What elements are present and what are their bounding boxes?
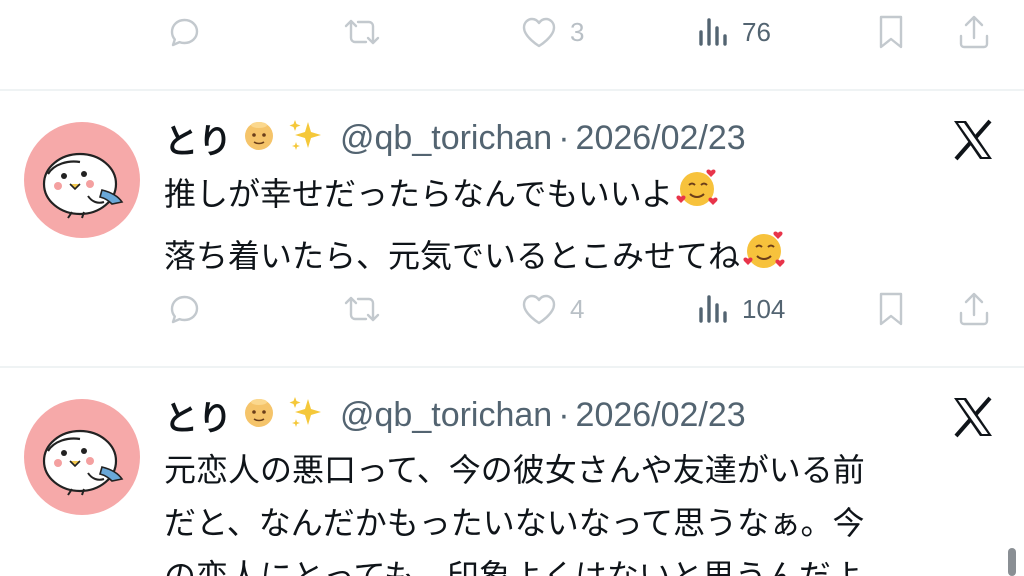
reply-icon <box>170 18 199 47</box>
share-icon <box>959 292 989 326</box>
tweet-date[interactable]: 2026/02/23 <box>576 119 746 158</box>
retweet-icon <box>344 19 380 45</box>
smiling-hearts-emoji <box>675 165 721 227</box>
tweet-header: とり @qb_torichan · 2026/02/23 <box>164 390 746 440</box>
reply-icon <box>170 295 199 324</box>
views-button[interactable]: 104 <box>696 279 785 339</box>
bald-face-emoji <box>242 119 276 157</box>
like-button[interactable]: 4 <box>518 279 584 339</box>
bookmark-button[interactable] <box>872 2 910 62</box>
bird-avatar-icon <box>42 152 124 219</box>
bookmark-icon <box>879 292 903 326</box>
retweet-button[interactable] <box>340 2 384 62</box>
views-icon <box>699 295 727 323</box>
bald-face-emoji <box>242 396 276 434</box>
sparkles-emoji <box>286 393 326 437</box>
tweet-header: とり @qb_torichan · 2026/02/23 <box>164 113 746 163</box>
share-button[interactable] <box>954 2 994 62</box>
tweet-text: 元恋人の悪口って、今の彼女さんや友達がいる前 だと、なんだかもったいないなって思… <box>164 444 994 576</box>
like-icon <box>522 294 556 325</box>
display-name[interactable]: とり <box>164 391 232 440</box>
tweet-actions: 4 104 <box>0 279 1024 339</box>
retweet-icon <box>344 296 380 322</box>
avatar[interactable] <box>24 122 140 238</box>
tweet-text: 推しが幸せだったらなんでもいいよ 落ち着いたら、元気でいるとこみせてね <box>164 165 994 289</box>
like-button[interactable]: 3 <box>518 2 584 62</box>
scrollbar[interactable] <box>1008 548 1016 576</box>
bookmark-icon <box>879 15 903 49</box>
tweet-text-line: 元恋人の悪口って、今の彼女さんや友達がいる前 <box>164 451 865 489</box>
bird-avatar-icon <box>42 429 124 496</box>
tweet-text-line: 推しが幸せだったらなんでもいいよ <box>164 165 994 227</box>
user-handle[interactable]: @qb_torichan <box>340 396 552 435</box>
sparkles-emoji <box>286 116 326 160</box>
share-icon <box>959 15 989 49</box>
x-logo-icon[interactable] <box>950 117 996 163</box>
views-button[interactable]: 76 <box>696 2 771 62</box>
display-name[interactable]: とり <box>164 114 232 163</box>
user-handle[interactable]: @qb_torichan <box>340 119 552 158</box>
separator: · <box>558 395 570 434</box>
reply-button[interactable] <box>164 2 204 62</box>
like-count: 4 <box>570 293 585 324</box>
bookmark-button[interactable] <box>872 279 910 339</box>
views-icon <box>699 18 727 46</box>
tweet-text-line: の恋人にとっても、印象よくはないと思うんだよ <box>164 557 863 576</box>
tweet[interactable]: とり @qb_torichan · 2026/02/23 元恋人の悪口って、今の… <box>0 368 1024 576</box>
like-icon <box>522 17 556 48</box>
retweet-button[interactable] <box>340 279 384 339</box>
avatar[interactable] <box>24 399 140 515</box>
x-logo-icon[interactable] <box>950 394 996 440</box>
share-button[interactable] <box>954 279 994 339</box>
view-count: 76 <box>742 16 771 47</box>
reply-button[interactable] <box>164 279 204 339</box>
like-count: 3 <box>570 16 585 47</box>
tweet[interactable]: とり @qb_torichan · 2026/02/23 推しが幸せだったらなん… <box>0 91 1024 367</box>
tweet-actions-top: 3 76 <box>0 2 1024 62</box>
separator: · <box>558 118 570 157</box>
view-count: 104 <box>742 293 786 324</box>
tweet-date[interactable]: 2026/02/23 <box>576 396 746 435</box>
tweet-text-line: だと、なんだかもったいないなって思うなぁ。今 <box>164 504 865 542</box>
